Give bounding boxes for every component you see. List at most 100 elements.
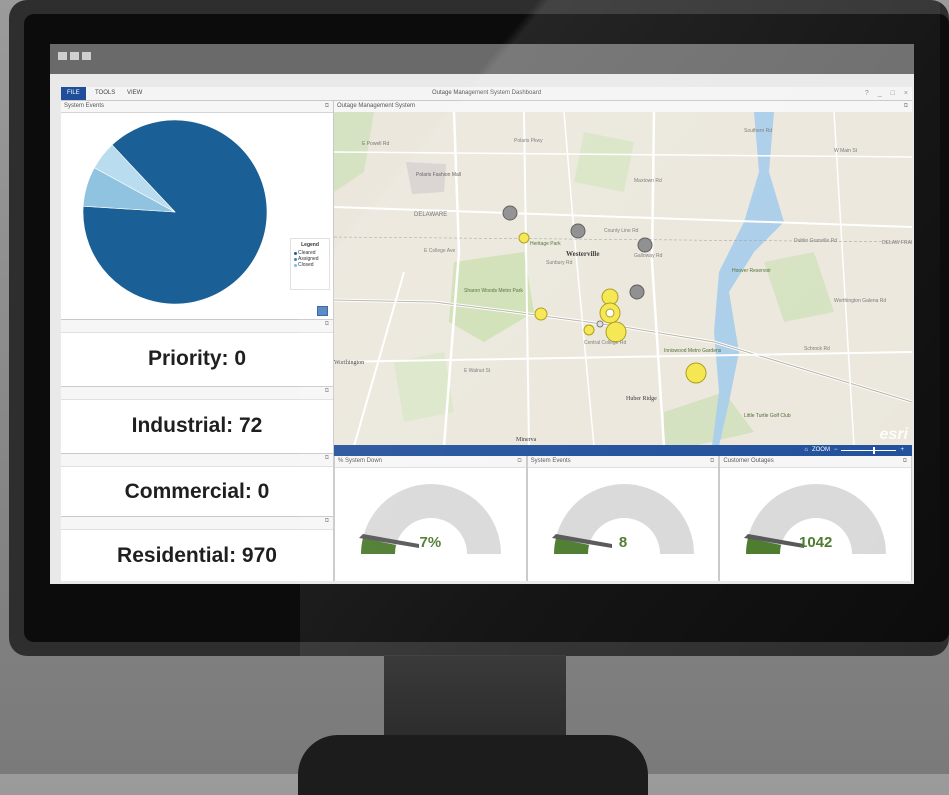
gauge-title-text: Customer Outages: [723, 458, 774, 464]
map-label: Minerva: [516, 437, 537, 443]
map-label: Sunbury Rd: [546, 260, 573, 266]
map-label: Maxtown Rd: [634, 178, 662, 184]
industrial-panel: ⧉ Industrial: 72: [61, 387, 333, 454]
outage-marker-yellow[interactable]: [534, 307, 548, 321]
window-dot: [58, 52, 67, 60]
map-label: Schrock Rd: [804, 346, 830, 352]
map-label: Central College Rd: [584, 340, 626, 346]
map-panel: Outage Management System ⧉ Polaris Fashi…: [334, 101, 912, 446]
legend-title: Legend: [301, 242, 319, 248]
zoom-in-icon[interactable]: +: [900, 445, 904, 456]
outage-marker-yellow[interactable]: [518, 232, 530, 244]
outage-marker-gray[interactable]: [570, 223, 586, 239]
gauge-dial: [551, 484, 694, 554]
screen: FILE TOOLS VIEW Outage Management System…: [50, 44, 914, 584]
map-label: Inniswood Metro Gardens: [664, 348, 722, 354]
zoom-slider-handle[interactable]: [873, 447, 876, 454]
esri-logo: esri: [879, 426, 908, 443]
map-label: W Main St: [834, 148, 858, 154]
map-label: Westerville: [566, 250, 599, 258]
zoom-slider[interactable]: [841, 447, 897, 454]
pin-icon[interactable]: ⧉: [517, 456, 521, 467]
legend-label: Closed: [298, 262, 314, 268]
system-events-title-text: System Events: [64, 103, 105, 109]
pin-icon[interactable]: ⧉: [325, 388, 329, 395]
map-label: Worthington: [334, 360, 364, 366]
outage-marker-gray[interactable]: [502, 205, 518, 221]
map-label: E Walnut St: [464, 368, 491, 374]
close-button[interactable]: ×: [904, 87, 908, 100]
app-titlebar: FILE TOOLS VIEW Outage Management System…: [61, 87, 912, 101]
pin-icon[interactable]: ⧉: [325, 455, 329, 462]
gauge-system-down: % System Down ⧉ 7%: [334, 456, 527, 581]
zoom-control[interactable]: ⌂ ZOOM − +: [804, 445, 904, 456]
outage-marker-yellow[interactable]: [583, 324, 595, 336]
map-label: Hoover Reservoir: [732, 268, 771, 274]
gauge-title-text: System Events: [530, 458, 571, 464]
map-label: Heritage Park: [530, 241, 561, 247]
help-button[interactable]: ?: [865, 87, 869, 100]
legend-swatch: [294, 257, 297, 261]
map-label: Polaris Fashion Mall: [416, 172, 461, 178]
pin-icon[interactable]: ⧉: [903, 456, 907, 467]
gauge-dial: [744, 484, 887, 554]
left-column: System Events ⧉ Legend Cleared Assigned …: [61, 101, 334, 581]
pie-legend: Legend Cleared Assigned Closed: [290, 238, 330, 290]
outage-marker-yellow[interactable]: [605, 321, 627, 343]
maximize-button[interactable]: □: [891, 87, 895, 100]
pin-icon[interactable]: ⧉: [904, 101, 908, 112]
pin-icon[interactable]: ⧉: [710, 456, 714, 467]
outage-marker-gray[interactable]: [637, 237, 653, 253]
map-zoom-bar: ⌂ ZOOM − +: [334, 445, 912, 456]
window-dots: [58, 52, 91, 60]
legend-swatch: [294, 263, 297, 267]
system-events-pie-chart: [82, 119, 268, 305]
map-title-text: Outage Management System: [337, 103, 416, 109]
outage-map[interactable]: Polaris Fashion Mall DELAWARE Westervill…: [334, 112, 912, 446]
pin-icon[interactable]: ⧉: [325, 321, 329, 328]
window-controls: ? _ □ ×: [865, 87, 908, 100]
gauge-customer-outages: Customer Outages ⧉ 1042: [719, 456, 913, 581]
map-park: [394, 352, 454, 422]
map-label: DELAWARE: [414, 212, 447, 218]
map-label: Huber Ridge: [626, 396, 657, 402]
map-label: E Powell Rd: [362, 141, 389, 147]
outage-marker-gray[interactable]: [596, 320, 604, 328]
map-label: Galloway Rd: [634, 253, 663, 259]
home-icon[interactable]: ⌂: [804, 445, 808, 456]
residential-value: Residential: 970: [117, 544, 277, 567]
monitor-stand-base: [298, 735, 648, 795]
commercial-value: Commercial: 0: [124, 480, 270, 503]
outage-marker-yellow[interactable]: [605, 308, 615, 318]
gauge-title-text: % System Down: [338, 458, 383, 464]
map-label: Little Turtle Golf Club: [744, 413, 791, 419]
map-label: County Line Rd: [604, 228, 639, 234]
gauge-value: 8: [618, 534, 628, 551]
map-label: Sharon Woods Metro Park: [464, 288, 523, 294]
zoom-out-icon[interactable]: −: [834, 445, 838, 456]
outage-marker-yellow[interactable]: [685, 362, 707, 384]
map-canvas: Polaris Fashion Mall DELAWARE Westervill…: [334, 112, 912, 446]
pin-icon[interactable]: ⧉: [325, 101, 329, 112]
pin-icon[interactable]: ⧉: [325, 518, 329, 525]
gauge-title: System Events ⧉: [527, 456, 719, 468]
zoom-label: ZOOM: [811, 447, 830, 453]
commercial-panel: ⧉ Commercial: 0: [61, 454, 333, 517]
map-label: E College Ave: [424, 248, 456, 254]
system-events-title: System Events ⧉: [61, 101, 333, 113]
priority-value: Priority: 0: [147, 347, 247, 370]
residential-panel: ⧉ Residential: 970: [61, 517, 333, 581]
map-mall: [406, 162, 446, 194]
app-title: Outage Management System Dashboard: [431, 90, 542, 96]
minimize-button[interactable]: _: [878, 87, 882, 100]
legend-toggle-icon[interactable]: [317, 306, 328, 316]
window-dot: [82, 52, 91, 60]
panel-header: ⧉: [61, 320, 333, 333]
panel-header: ⧉: [61, 387, 333, 400]
gauge-dial: [359, 484, 501, 554]
legend-item-closed: Closed: [291, 262, 329, 268]
outage-marker-gray[interactable]: [629, 284, 645, 300]
gauge-system-events: System Events ⧉ 8: [526, 456, 720, 581]
gauge-value: 1042: [798, 534, 833, 551]
screen-header: [50, 44, 914, 74]
